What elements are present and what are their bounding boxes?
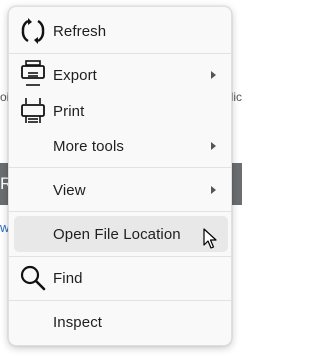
menu-item-label: Export (53, 66, 97, 84)
search-icon (18, 263, 48, 293)
menu-separator (9, 211, 231, 212)
menu-separator (9, 256, 231, 257)
menu-item-inspect[interactable]: Inspect (14, 304, 228, 340)
menu-item-label: Print (53, 102, 85, 120)
chevron-right-icon (211, 186, 216, 194)
menu-separator (9, 53, 231, 54)
menu-separator (9, 167, 231, 168)
menu-item-label: More tools (53, 137, 125, 155)
export-icon (18, 60, 48, 90)
menu-item-export[interactable]: Export (14, 57, 228, 93)
menu-item-more-tools[interactable]: More tools (14, 128, 228, 164)
menu-item-open-file-location[interactable]: Open File Location (14, 216, 228, 252)
menu-item-label: Open File Location (53, 225, 181, 243)
menu-item-refresh[interactable]: Refresh (14, 13, 228, 49)
context-menu: Refresh Export Print More tools View Ope… (8, 6, 232, 346)
menu-item-label: Inspect (53, 313, 103, 331)
mouse-cursor-icon (203, 228, 219, 250)
print-icon (18, 96, 48, 126)
menu-item-label: View (53, 181, 86, 199)
menu-item-view[interactable]: View (14, 172, 228, 208)
menu-separator (9, 300, 231, 301)
chevron-right-icon (211, 71, 216, 79)
menu-item-print[interactable]: Print (14, 93, 228, 129)
refresh-icon (18, 16, 48, 46)
menu-item-label: Find (53, 269, 83, 287)
menu-item-label: Refresh (53, 22, 107, 40)
menu-item-find[interactable]: Find (14, 260, 228, 296)
chevron-right-icon (211, 142, 216, 150)
